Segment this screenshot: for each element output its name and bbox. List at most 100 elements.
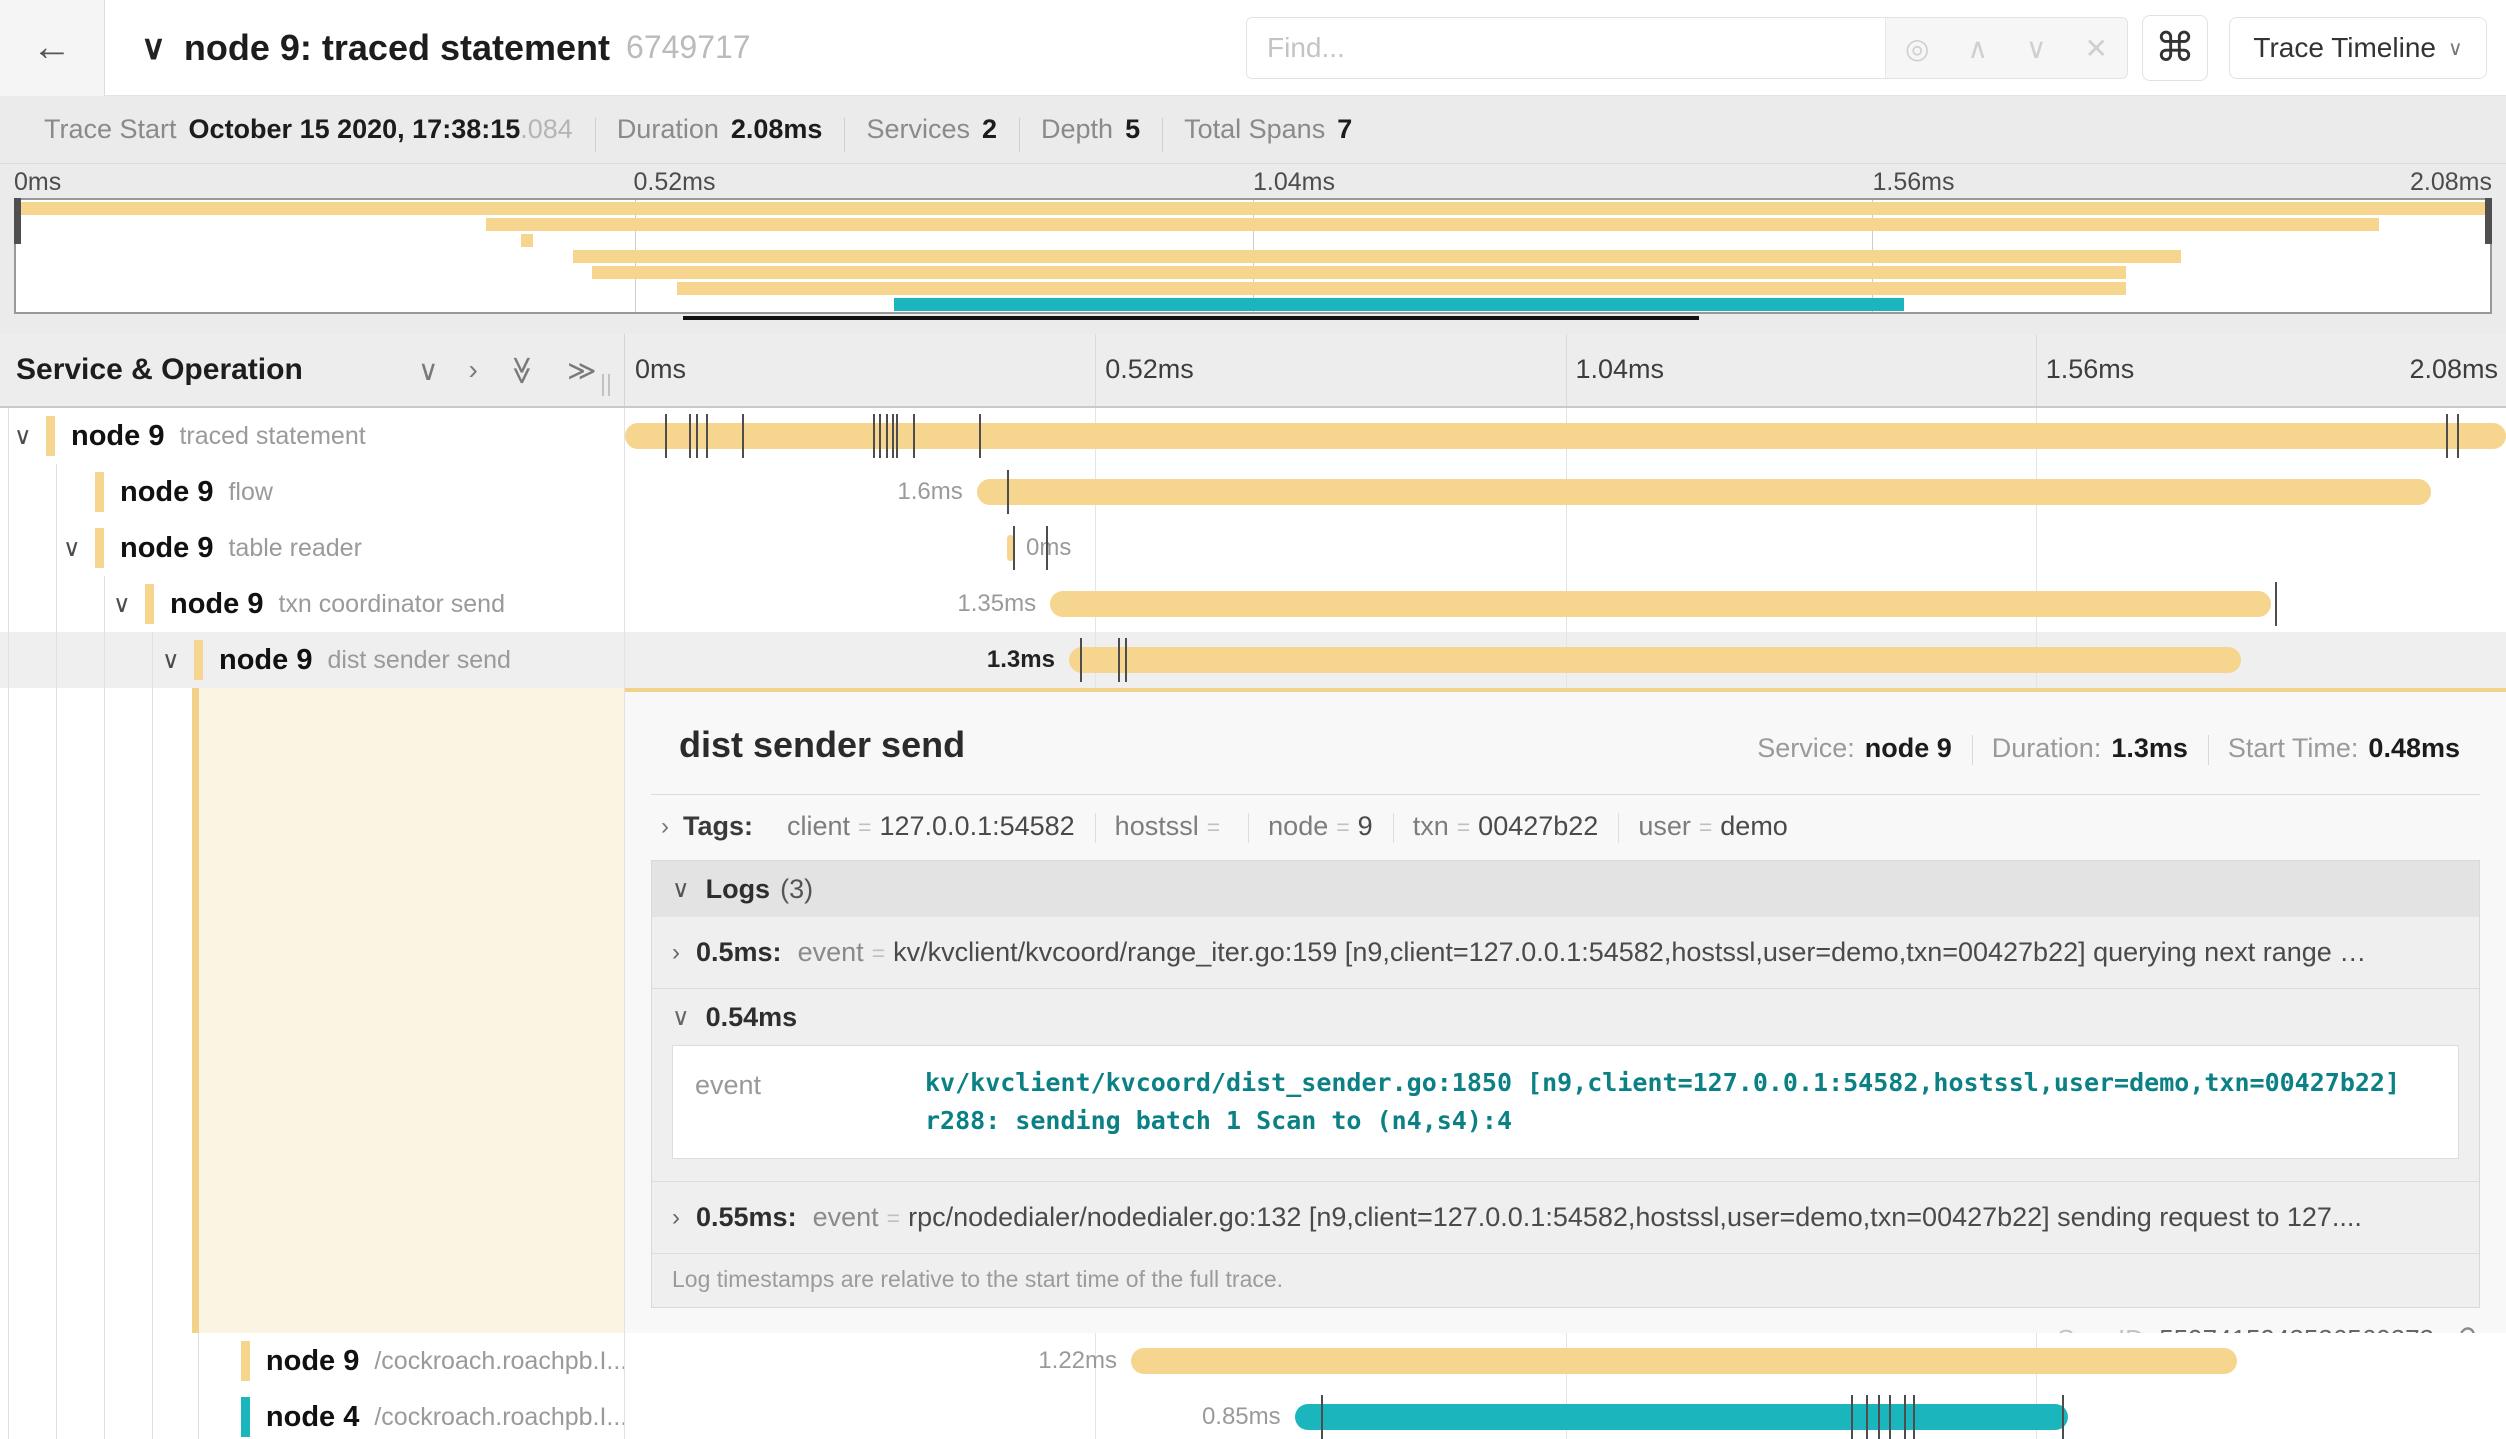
info-label: Services <box>866 114 970 145</box>
span-event-tick <box>1125 638 1127 682</box>
minimap-tick-label: 1.04ms <box>1253 168 1335 197</box>
back-button[interactable]: ← <box>0 0 105 96</box>
log-entry-row[interactable]: ›0.5ms:event=kv/kvclient/kvcoord/range_i… <box>652 917 2479 989</box>
span-service-name: node 9 <box>120 532 213 565</box>
copy-link-icon[interactable] <box>2448 1326 2476 1334</box>
expand-chevron-icon[interactable]: ∨ <box>63 534 81 563</box>
span-row[interactable]: ∨node 9traced statement <box>0 408 2506 464</box>
chevron-down-icon: ∨ <box>672 1003 690 1032</box>
minimap-wrap <box>14 198 2492 334</box>
log-field-value: kv/kvclient/kvcoord/dist_sender.go:1850 … <box>925 1064 2425 1140</box>
tag-item: user=demo <box>1618 811 1808 842</box>
span-bar-cell[interactable]: 1.35ms <box>625 576 2506 632</box>
stat-value: 0.48ms <box>2368 733 2460 763</box>
span-color-chip <box>145 584 154 624</box>
span-row[interactable]: ∨node 9table reader0ms <box>0 520 2506 576</box>
logs-header[interactable]: ∨ Logs (3) <box>652 861 2479 917</box>
span-bar-cell[interactable]: 0ms <box>625 520 2506 576</box>
span-rows-above: ∨node 9traced statementnode 9flow1.6ms ∨ n… <box>0 408 2506 688</box>
span-tree-cell: node 9/cockroach.roachpb.I... <box>0 1333 625 1389</box>
span-bar[interactable] <box>1050 591 2271 617</box>
stat-label: Duration: <box>1992 733 2102 763</box>
info-value: October 15 2020, 17:38:15 <box>189 114 521 145</box>
span-event-tick <box>1904 1395 1906 1439</box>
span-event-tick <box>2457 414 2459 458</box>
selected-span-gutter-fill <box>192 688 624 1333</box>
span-event-tick <box>1118 638 1120 682</box>
span-bar-cell[interactable]: 1.3ms <box>625 632 2506 688</box>
log-key-value: event=rpc/nodedialer/nodedialer.go:132 [… <box>813 1202 2362 1233</box>
clear-search-icon[interactable]: ✕ <box>2084 32 2107 65</box>
expand-one-icon[interactable]: › <box>469 354 478 386</box>
span-bar-cell[interactable]: 1.6ms <box>625 464 2506 520</box>
collapse-all-icon[interactable]: ≫ <box>506 355 539 384</box>
minimap-canvas[interactable] <box>14 198 2492 314</box>
expand-chevron-icon[interactable]: ∨ <box>113 590 131 619</box>
minimap-left-drag-handle[interactable] <box>14 198 21 244</box>
tag-key: txn <box>1413 811 1449 841</box>
span-bar-cell[interactable]: 1.22ms <box>625 1333 2506 1389</box>
span-bar-cell[interactable] <box>625 408 2506 464</box>
span-row[interactable]: node 9flow1.6ms <box>0 464 2506 520</box>
expand-chevron-icon[interactable]: ∨ <box>14 422 32 451</box>
view-selector-button[interactable]: Trace Timeline ∨ <box>2229 17 2487 79</box>
span-id-label: SpanID: <box>2057 1324 2151 1333</box>
span-row[interactable]: ∨node 9txn coordinator send1.35ms <box>0 576 2506 632</box>
column-resizer-grip[interactable] <box>602 374 610 396</box>
minimap-span-bar <box>486 218 2379 231</box>
next-match-icon[interactable]: ∨ <box>2026 32 2047 65</box>
span-row[interactable]: ∨node 9dist sender send1.3ms <box>0 632 2506 688</box>
span-service-name: node 9 <box>170 588 263 621</box>
span-bar[interactable] <box>625 423 2506 449</box>
minimap-right-drag-handle[interactable] <box>2485 198 2492 244</box>
span-color-chip <box>194 640 203 680</box>
span-bar-cell[interactable]: 0.85ms <box>625 1389 2506 1439</box>
span-bar[interactable] <box>977 479 2431 505</box>
span-event-tick <box>1913 1395 1915 1439</box>
tag-value: 127.0.0.1:54582 <box>879 811 1074 841</box>
log-entry-header[interactable]: ∨0.54ms <box>652 989 2479 1045</box>
tags-list: client=127.0.0.1:54582hostssl=node=9txn=… <box>767 811 1808 842</box>
chevron-right-icon: › <box>672 1204 680 1232</box>
minimap-tick-label: 0ms <box>14 168 61 197</box>
log-entry-row[interactable]: ›0.55ms:event=rpc/nodedialer/nodedialer.… <box>652 1182 2479 1254</box>
span-row[interactable]: node 9/cockroach.roachpb.I... 1.22ms <box>0 1333 2506 1389</box>
expand-all-icon[interactable]: ≫ <box>567 354 596 387</box>
ruler-tick-label: 0ms <box>635 354 686 385</box>
tags-toggle-row[interactable]: › Tags: client=127.0.0.1:54582hostssl=no… <box>651 795 2480 852</box>
span-event-tick <box>979 414 981 458</box>
info-value: 5 <box>1125 114 1140 145</box>
span-tree-cell: node 9flow <box>0 464 625 520</box>
span-event-tick <box>1046 526 1048 570</box>
span-tree-cell: ∨node 9table reader <box>0 520 625 576</box>
trace-collapse-chevron-icon[interactable]: ∨ <box>141 28 166 68</box>
span-bar[interactable] <box>1131 1348 2237 1374</box>
span-id-row: SpanID: 5597415943526560273 <box>651 1308 2480 1333</box>
info-label: Duration <box>617 114 719 145</box>
span-row[interactable]: node 4/cockroach.roachpb.I...0.85ms <box>0 1389 2506 1439</box>
timeline-ruler: 0ms0.52ms1.04ms1.56ms2.08ms <box>625 334 2506 406</box>
minimap-span-bar <box>521 234 533 247</box>
expand-chevron-icon[interactable]: ∨ <box>162 646 180 675</box>
span-detail-stats: Service:node 9Duration:1.3msStart Time:0… <box>1737 733 2480 764</box>
span-event-tick <box>873 414 875 458</box>
info-label: Depth <box>1041 114 1113 145</box>
span-service-name: node 9 <box>219 644 312 677</box>
span-duration-label: 1.22ms <box>1038 1347 1131 1375</box>
span-service-name: node 9 <box>120 476 213 509</box>
span-event-tick <box>896 414 898 458</box>
match-target-icon[interactable]: ◎ <box>1905 32 1929 65</box>
span-event-tick <box>879 414 881 458</box>
find-input[interactable] <box>1247 18 1885 78</box>
span-bar[interactable] <box>1069 647 2241 673</box>
minimap-scroll-indicator[interactable] <box>683 316 1699 320</box>
prev-match-icon[interactable]: ∧ <box>1967 32 1988 65</box>
stat-label: Service: <box>1757 733 1855 763</box>
collapse-one-icon[interactable]: ∨ <box>418 354 439 387</box>
keyboard-shortcuts-button[interactable]: ⌘ <box>2142 15 2208 81</box>
info-value: 2.08ms <box>731 114 823 145</box>
ruler-tick-label: 1.56ms <box>2046 354 2135 385</box>
tag-value: 9 <box>1358 811 1373 841</box>
span-id-value: 5597415943526560273 <box>2159 1324 2434 1333</box>
span-bar[interactable] <box>1295 1404 2068 1430</box>
